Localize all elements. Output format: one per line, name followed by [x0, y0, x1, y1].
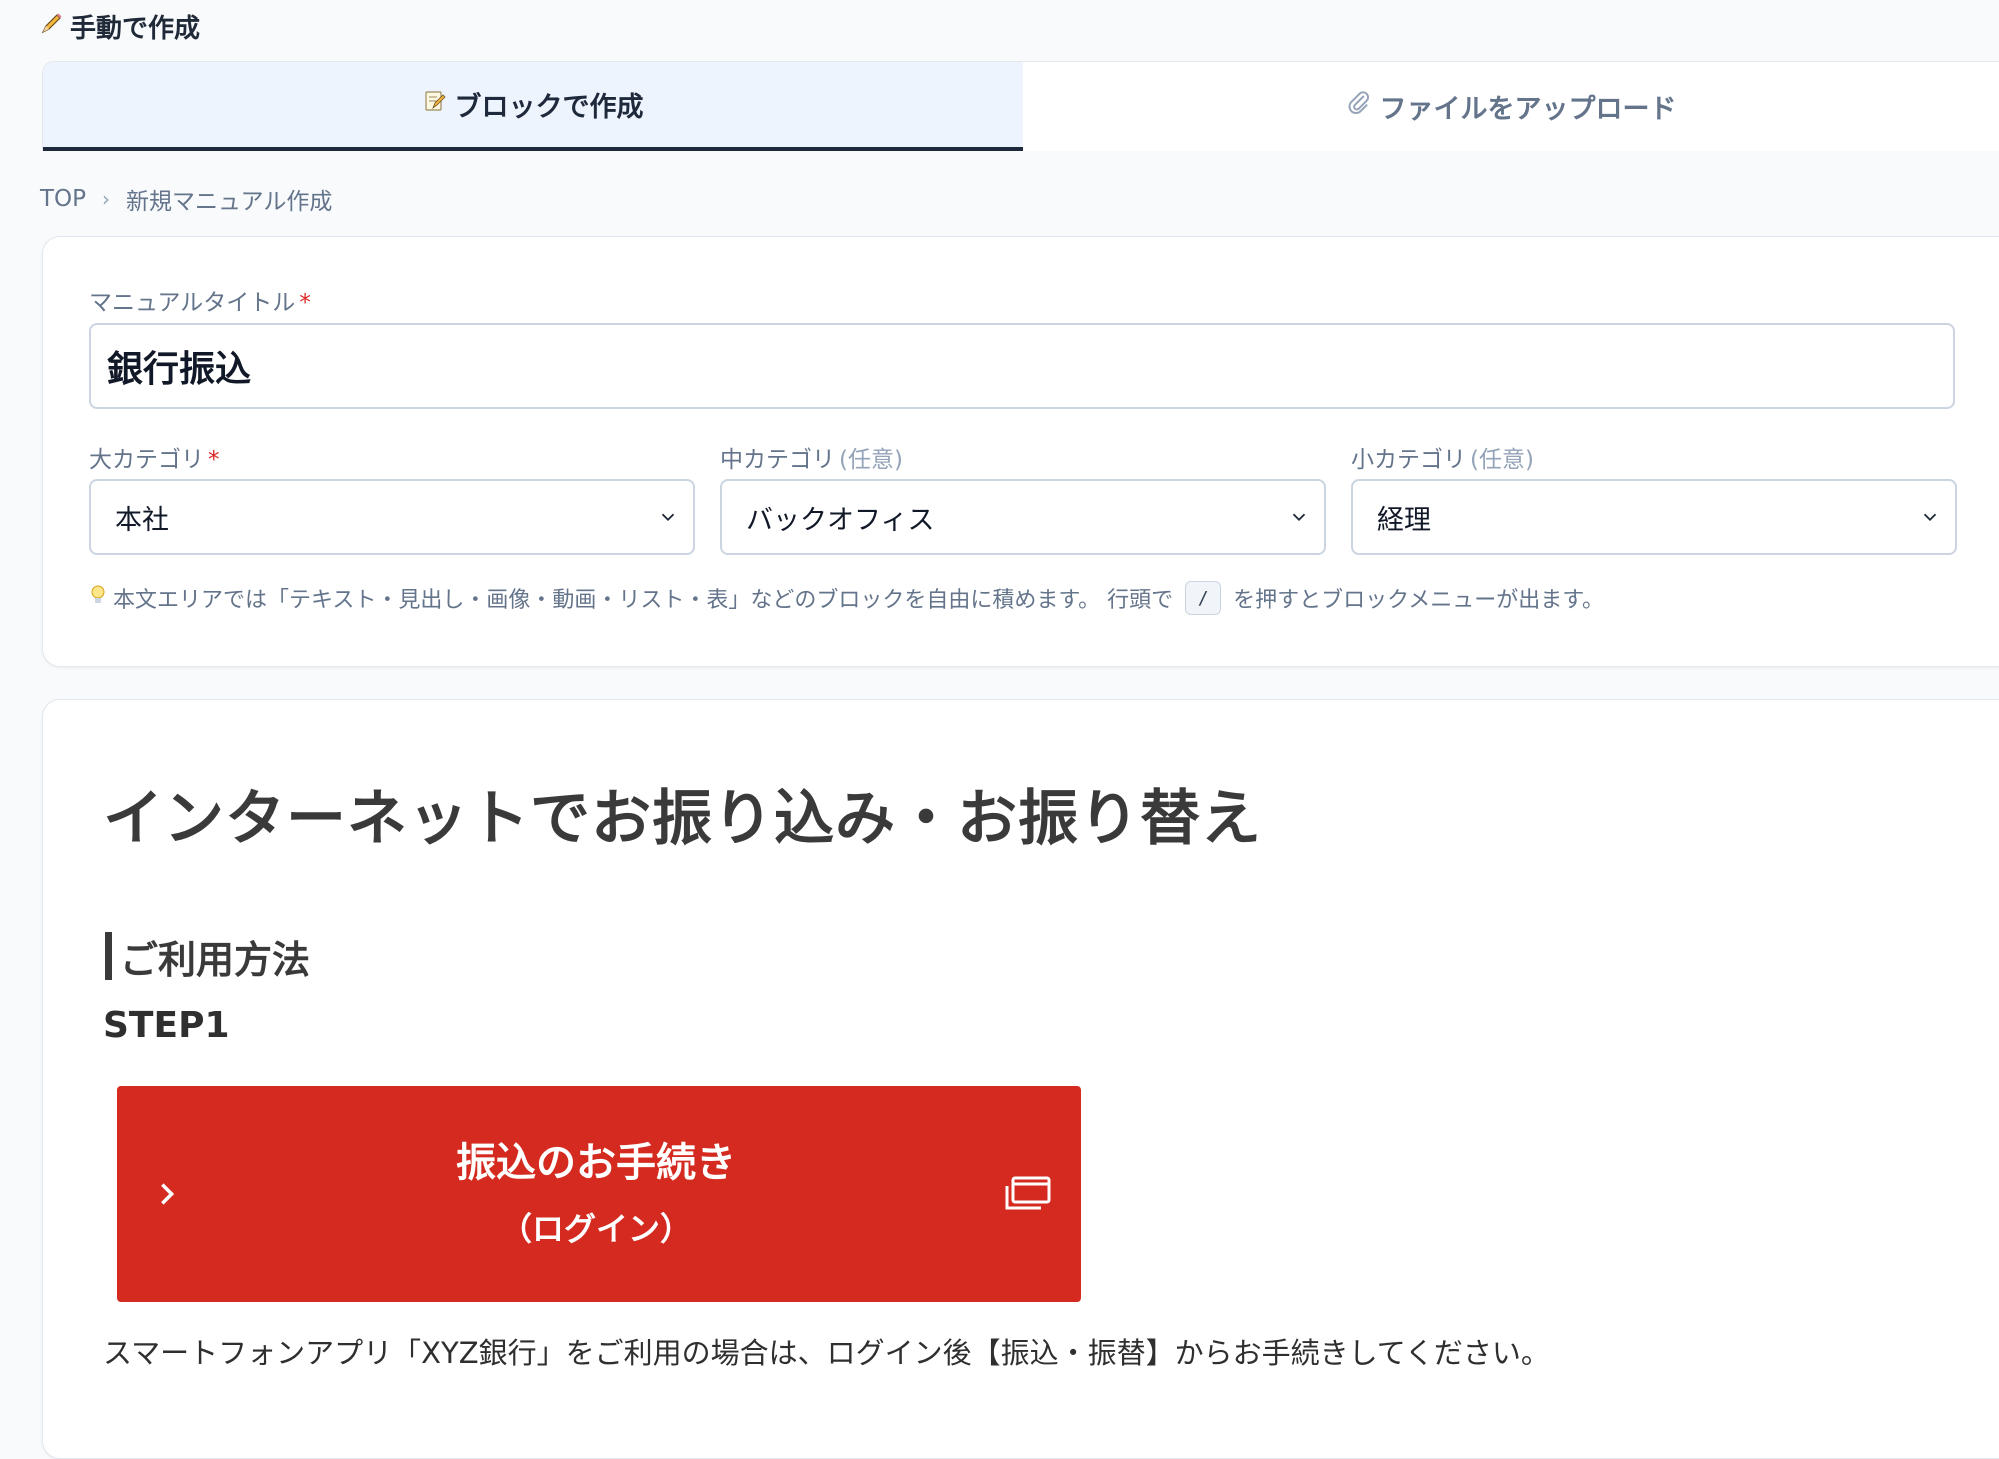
- hint-text-after: を押すとブロックメニューが出ます。: [1233, 588, 1605, 613]
- required-mark: *: [299, 290, 311, 316]
- cta-main-label: 振込のお手続き: [456, 1140, 736, 1186]
- middle-category-label: 中カテゴリ (任意): [720, 447, 903, 473]
- section-heading[interactable]: ご利用方法: [105, 932, 310, 982]
- tab-block-create[interactable]: ブロックで作成: [43, 62, 1023, 151]
- chevron-down-icon: [1923, 513, 1937, 522]
- breadcrumb-current: 新規マニュアル作成: [126, 189, 333, 215]
- hint-text: 本文エリアでは「テキスト・見出し・画像・動画・リスト・表」などのブロックを自由に…: [113, 588, 1174, 613]
- manual-meta-form: マニュアルタイトル * 銀行振込 大カテゴリ * 本社 中カテゴリ (任意) バックオ…: [42, 236, 1999, 667]
- page-heading: 手動で作成: [40, 8, 200, 45]
- lightbulb-icon: [89, 584, 107, 612]
- section-heading-text: ご利用方法: [120, 937, 311, 982]
- chevron-down-icon: [661, 513, 675, 522]
- new-window-icon: [1005, 1176, 1051, 1210]
- title-label: マニュアルタイトル *: [89, 290, 311, 316]
- content-title[interactable]: インターネットでお振り込み・お振り替え: [103, 770, 1262, 857]
- block-editor[interactable]: インターネットでお振り込み・お振り替え ご利用方法 STEP1 振込のお手続き …: [42, 699, 1999, 1459]
- editor-hint: 本文エリアでは「テキスト・見出し・画像・動画・リスト・表」などのブロックを自由に…: [89, 581, 1604, 615]
- required-mark: *: [208, 447, 220, 473]
- tab-label: ファイルをアップロード: [1379, 94, 1677, 125]
- page-heading-text: 手動で作成: [70, 14, 201, 44]
- optional-mark: (任意): [839, 447, 903, 473]
- major-category-value: 本社: [115, 504, 169, 536]
- optional-mark: (任意): [1470, 447, 1534, 473]
- memo-icon: [423, 89, 447, 120]
- slash-key: /: [1185, 581, 1222, 615]
- breadcrumb: TOP › 新規マニュアル作成: [40, 182, 332, 216]
- step-label[interactable]: STEP1: [103, 1005, 230, 1046]
- chevron-down-icon: [1292, 513, 1306, 522]
- breadcrumb-top[interactable]: TOP: [40, 186, 86, 212]
- tab-label: ブロックで作成: [454, 92, 644, 123]
- tab-file-upload[interactable]: ファイルをアップロード: [1023, 62, 1999, 151]
- creation-mode-tabs: ブロックで作成 ファイルをアップロード: [42, 61, 1999, 151]
- title-input-value: 銀行振込: [107, 349, 252, 390]
- major-category-select[interactable]: 本社: [89, 479, 695, 555]
- pencil-icon: [40, 11, 64, 42]
- middle-category-select[interactable]: バックオフィス: [720, 479, 1326, 555]
- transfer-login-button[interactable]: 振込のお手続き （ログイン）: [117, 1086, 1081, 1302]
- cta-sub-label: （ログイン）: [499, 1210, 692, 1248]
- breadcrumb-separator: ›: [102, 187, 111, 211]
- minor-category-label: 小カテゴリ (任意): [1351, 447, 1534, 473]
- title-input[interactable]: 銀行振込: [89, 323, 1955, 409]
- major-category-label: 大カテゴリ *: [89, 447, 220, 473]
- minor-category-value: 経理: [1377, 504, 1431, 536]
- body-paragraph[interactable]: スマートフォンアプリ「XYZ銀行」をご利用の場合は、ログイン後【振込・振替】から…: [103, 1330, 1550, 1372]
- paperclip-icon: [1346, 90, 1372, 123]
- minor-category-select[interactable]: 経理: [1351, 479, 1957, 555]
- middle-category-value: バックオフィス: [746, 504, 935, 536]
